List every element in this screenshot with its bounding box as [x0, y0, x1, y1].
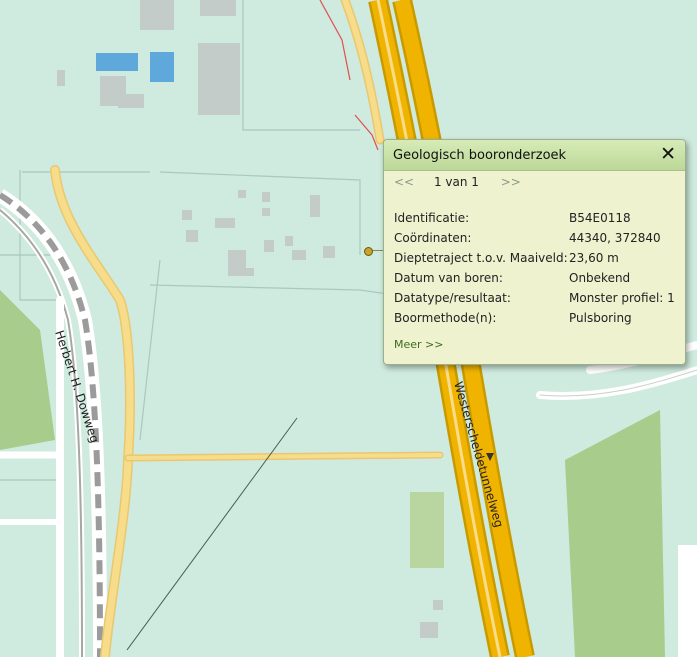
- borehole-marker[interactable]: [364, 247, 373, 256]
- attribute-label: Boormethode(n):: [394, 311, 497, 325]
- attribute-value: Monster profiel: 1: [569, 291, 675, 305]
- attribute-value: Pulsboring: [569, 311, 632, 325]
- grass-area: [410, 492, 444, 568]
- attribute-label: Coördinaten:: [394, 231, 472, 245]
- close-icon[interactable]: ✕: [660, 144, 676, 164]
- attribute-row: Datum van boren: Onbekend: [394, 271, 679, 291]
- more-link[interactable]: Meer >>: [394, 338, 443, 351]
- next-button[interactable]: >>: [501, 175, 521, 189]
- popup-header: Geologisch booronderzoek ✕: [384, 140, 685, 171]
- popup-pager: << 1 van 1 >>: [394, 175, 521, 189]
- attribute-value: 23,60 m: [569, 251, 619, 265]
- page-counter: 1 van 1: [433, 175, 479, 189]
- previous-button[interactable]: <<: [394, 175, 414, 189]
- attribute-row: Dieptetraject t.o.v. Maaiveld: 23,60 m: [394, 251, 679, 271]
- attribute-table: Identificatie: B54E0118 Coördinaten: 443…: [394, 211, 679, 331]
- attribute-row: Datatype/resultaat: Monster profiel: 1: [394, 291, 679, 311]
- attribute-label: Identificatie:: [394, 211, 470, 225]
- attribute-label: Dieptetraject t.o.v. Maaiveld:: [394, 251, 568, 265]
- attribute-value: 44340, 372840: [569, 231, 661, 245]
- info-popup: Geologisch booronderzoek ✕ << 1 van 1 >>…: [383, 139, 686, 365]
- attribute-row: Boormethode(n): Pulsboring: [394, 311, 679, 331]
- popup-title: Geologisch booronderzoek: [393, 148, 567, 163]
- attribute-value: B54E0118: [569, 211, 631, 225]
- attribute-row: Identificatie: B54E0118: [394, 211, 679, 231]
- attribute-label: Datum van boren:: [394, 271, 503, 285]
- water-basin: [96, 53, 138, 71]
- attribute-label: Datatype/resultaat:: [394, 291, 511, 305]
- attribute-value: Onbekend: [569, 271, 631, 285]
- attribute-row: Coördinaten: 44340, 372840: [394, 231, 679, 251]
- water-basin: [150, 52, 174, 82]
